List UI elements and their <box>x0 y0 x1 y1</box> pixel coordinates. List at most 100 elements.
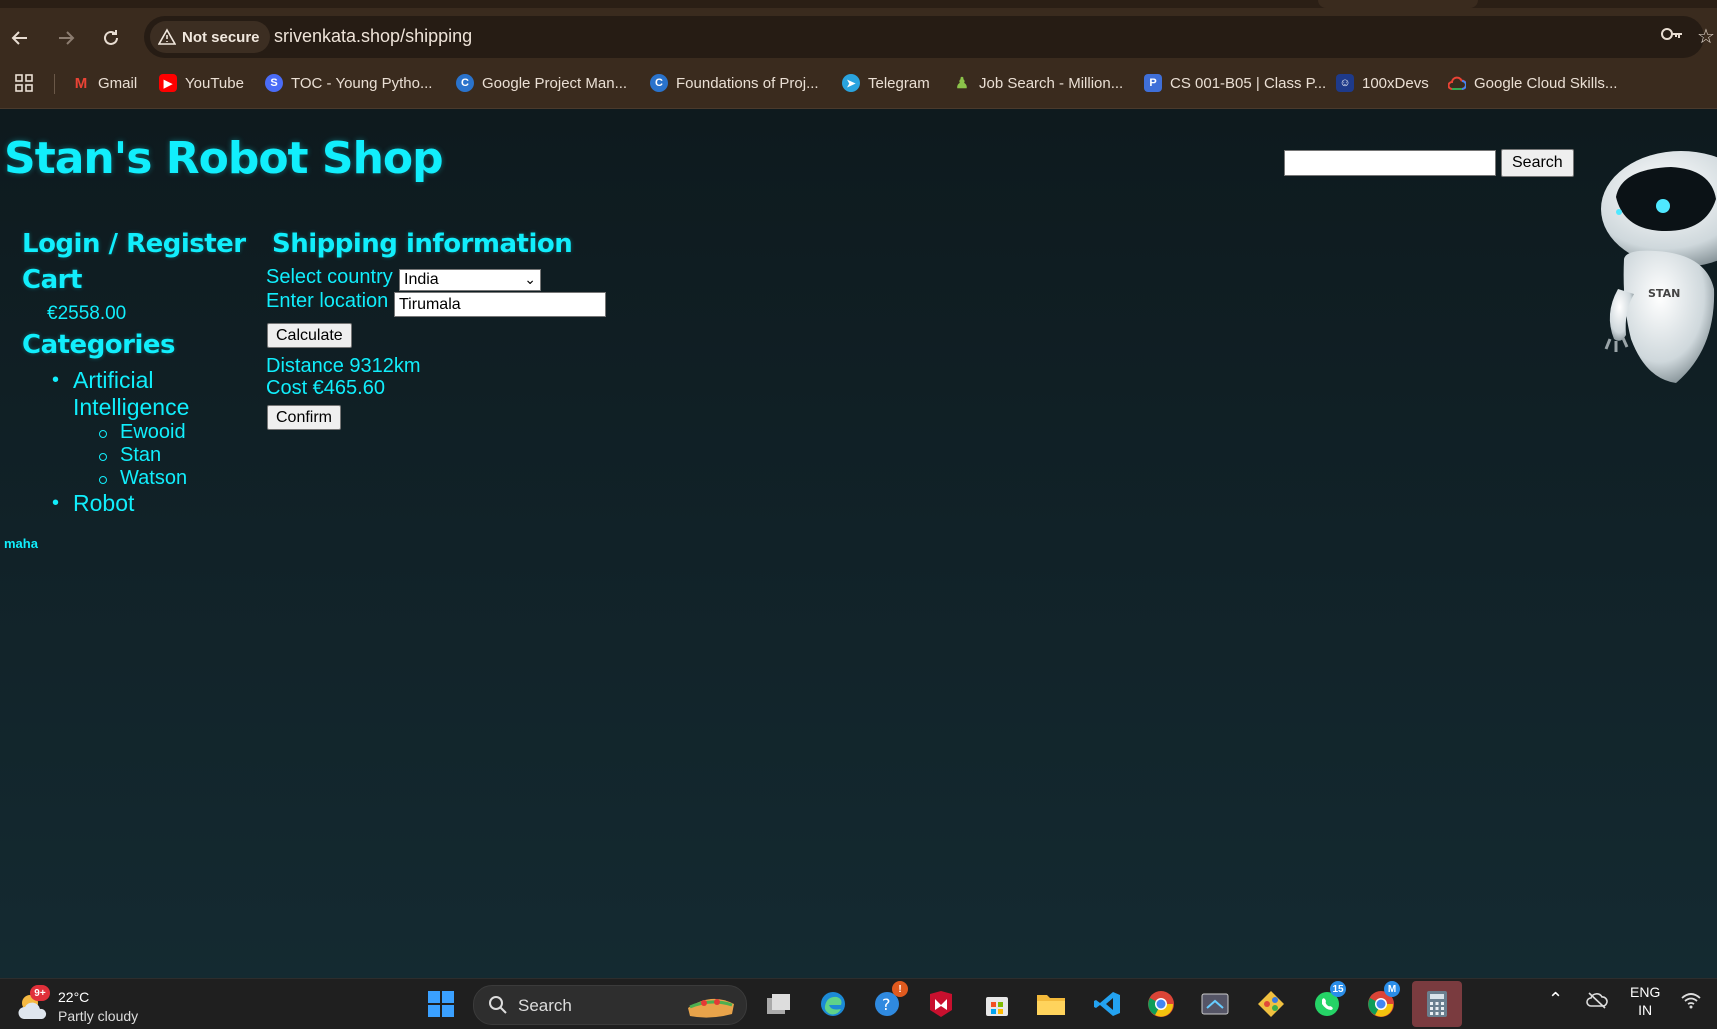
back-arrow-icon <box>11 31 27 45</box>
google-cloud-icon <box>1448 74 1466 92</box>
cost-text: Cost €465.60 <box>266 377 385 399</box>
calculator-icon[interactable] <box>1412 981 1462 1027</box>
bookmark-job-search[interactable]: ♟ Job Search - Million... <box>953 72 1123 94</box>
tab-edge[interactable] <box>1318 0 1478 8</box>
login-register-link[interactable]: Login / Register <box>22 229 246 259</box>
whatsapp-unread-badge: 15 <box>1330 981 1346 997</box>
microsoft-store-icon[interactable] <box>980 987 1014 1021</box>
search-input[interactable] <box>1284 150 1496 176</box>
coursera-icon: C <box>456 74 474 92</box>
taskbar-search[interactable]: Search <box>473 985 747 1025</box>
product-link-stan[interactable]: Stan <box>69 444 262 467</box>
location-label: Enter location <box>266 290 389 312</box>
bookmark-label: YouTube <box>185 74 244 92</box>
bookmark-foundations[interactable]: C Foundations of Proj... <box>650 72 819 94</box>
category-link-robot[interactable]: Robot <box>73 490 134 516</box>
product-link-ewooid[interactable]: Ewooid <box>69 421 262 444</box>
bookmark-label: TOC - Young Pytho... <box>291 74 433 92</box>
toc-icon: S <box>265 74 283 92</box>
bookmark-star-icon[interactable]: ☆ <box>1697 24 1715 49</box>
search-button[interactable]: Search <box>1501 149 1574 177</box>
telegram-icon: ➤ <box>842 74 860 92</box>
bookmark-label: Google Cloud Skills... <box>1474 74 1618 92</box>
shipping-heading: Shipping information <box>272 229 573 259</box>
weather-condition: Partly cloudy <box>58 1008 139 1024</box>
taskbar-search-label: Search <box>518 996 572 1015</box>
bookmark-gmail[interactable]: M Gmail <box>72 72 137 94</box>
forward-arrow-icon <box>59 31 75 45</box>
footer-note: maha <box>4 536 38 551</box>
bookmark-separator <box>54 74 55 94</box>
forward-button[interactable] <box>50 22 82 54</box>
region-code: IN <box>1638 1002 1653 1018</box>
warning-icon <box>158 28 176 45</box>
password-key-icon[interactable] <box>1660 24 1684 50</box>
back-button[interactable] <box>4 22 36 54</box>
country-selected-value: India <box>404 271 439 288</box>
bookmark-cs001[interactable]: P CS 001-B05 | Class P... <box>1144 72 1326 94</box>
weather-alert-badge: 9+ <box>30 985 50 1001</box>
bookmark-100xdevs[interactable]: ☺ 100xDevs <box>1336 72 1429 94</box>
show-hidden-icons-chevron-icon[interactable]: ⌃ <box>1548 989 1563 1010</box>
cart-total[interactable]: €2558.00 <box>47 303 126 325</box>
web-page: Stan's Robot Shop Search STAN Login / Re… <box>0 109 1717 979</box>
get-help-icon[interactable]: ? ! <box>870 981 908 1021</box>
browser-toolbar: Not secure srivenkata.shop/shipping ☆ <box>0 0 1717 58</box>
coursera-icon: C <box>650 74 668 92</box>
wifi-icon[interactable] <box>1680 991 1702 1012</box>
cart-link[interactable]: Cart <box>22 265 82 295</box>
security-label: Not secure <box>182 28 260 46</box>
bookmark-label: Gmail <box>98 74 138 92</box>
language-code: ENG <box>1630 984 1661 1000</box>
mcafee-icon[interactable] <box>924 987 958 1021</box>
categories-heading: Categories <box>22 330 176 360</box>
youtube-icon: ▶ <box>159 74 177 92</box>
bookmark-toc[interactable]: S TOC - Young Pytho... <box>265 72 432 94</box>
onedrive-offline-icon[interactable] <box>1586 991 1608 1012</box>
calculate-button[interactable]: Calculate <box>267 323 352 348</box>
vscode-icon[interactable] <box>1090 987 1124 1021</box>
address-bar[interactable]: Not secure srivenkata.shop/shipping ☆ <box>144 16 1715 58</box>
product-link-watson[interactable]: Watson <box>69 467 262 490</box>
bookmark-label: Foundations of Proj... <box>676 74 819 92</box>
site-title[interactable]: Stan's Robot Shop <box>4 133 444 184</box>
url-text[interactable]: srivenkata.shop/shipping <box>274 26 472 47</box>
chrome-profile-icon[interactable]: M <box>1364 981 1400 1021</box>
windows-start-icon[interactable] <box>424 987 458 1021</box>
category-item: Artificial Intelligence Ewooid Stan Wats… <box>22 367 262 490</box>
classpage-icon: P <box>1144 74 1162 92</box>
apps-grid-icon[interactable] <box>15 72 33 94</box>
location-input[interactable] <box>394 292 606 317</box>
weather-widget[interactable]: 9+ 22°C Partly cloudy <box>16 985 176 1029</box>
language-indicator[interactable]: ENG IN <box>1630 983 1660 1019</box>
edge-icon[interactable] <box>816 987 850 1021</box>
chrome-icon[interactable] <box>1144 987 1178 1021</box>
category-link-ai[interactable]: Artificial Intelligence <box>73 367 213 421</box>
bookmark-telegram[interactable]: ➤ Telegram <box>842 72 930 94</box>
country-label: Select country <box>266 266 393 288</box>
confirm-button[interactable]: Confirm <box>267 405 342 430</box>
file-explorer-icon[interactable] <box>1034 987 1068 1021</box>
chevron-down-icon: ⌄ <box>524 271 536 287</box>
bookmark-google-project[interactable]: C Google Project Man... <box>456 72 627 94</box>
whatsapp-icon[interactable]: 15 <box>1310 981 1346 1021</box>
bookmark-label: 100xDevs <box>1362 74 1429 92</box>
country-select[interactable]: India ⌄ <box>399 269 541 291</box>
bookmark-label: CS 001-B05 | Class P... <box>1170 74 1327 92</box>
category-list: Artificial Intelligence Ewooid Stan Wats… <box>22 367 262 517</box>
devs-icon: ☺ <box>1336 74 1354 92</box>
bookmark-label: Google Project Man... <box>482 74 628 92</box>
bookmark-youtube[interactable]: ▶ YouTube <box>159 72 244 94</box>
bookmark-label: Telegram <box>868 74 930 92</box>
bookmark-label: Job Search - Million... <box>979 74 1124 92</box>
help-alert-badge: ! <box>892 981 908 997</box>
security-chip[interactable]: Not secure <box>150 21 270 53</box>
reload-button[interactable] <box>95 22 127 54</box>
git-icon[interactable] <box>1254 987 1288 1021</box>
chrome-profile-badge: M <box>1384 981 1400 997</box>
task-view-icon[interactable] <box>762 987 796 1021</box>
snipping-tool-icon[interactable] <box>1198 987 1232 1021</box>
bookmark-google-cloud[interactable]: Google Cloud Skills... <box>1448 72 1617 94</box>
gmail-icon: M <box>74 74 88 92</box>
tab-strip <box>0 0 1717 8</box>
